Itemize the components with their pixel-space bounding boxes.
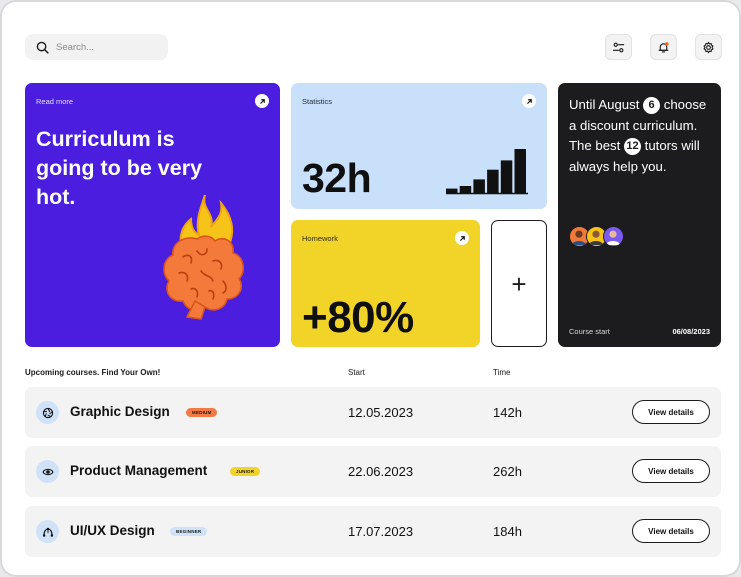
course-start: 12.05.2023 [348,405,414,420]
arrow-up-right-icon [526,98,532,104]
course-icon [36,401,59,424]
statistics-label: Statistics [302,97,333,106]
course-time: 142h [493,405,522,420]
stat-bar [473,179,485,193]
read-more-link[interactable]: Read more [36,97,73,106]
arrow-up-right-icon [459,235,465,241]
plus-icon: + [511,268,527,299]
tutor-avatars [569,226,624,247]
course-icon [36,520,59,543]
statistics-value: 32h [302,155,372,201]
level-badge: MEDIUM [186,408,218,417]
course-name: Product Management [70,463,208,478]
table-row[interactable]: Graphic Design MEDIUM 12.05.2023 142h Vi… [25,387,721,438]
view-details-button[interactable]: View details [632,519,710,543]
curriculum-card[interactable]: Read more Curriculum is going to be very… [25,83,280,347]
search-bar[interactable] [25,34,168,60]
open-curriculum-button[interactable] [255,94,269,108]
brain-fire-illustration [163,194,245,320]
promo-card[interactable]: Until August 6 choose a discount curricu… [558,83,721,347]
homework-value: +80% [302,293,414,342]
time-column-header: Time [493,368,511,377]
stat-bar [446,188,458,193]
search-icon [36,41,49,54]
promo-number-badge: 12 [624,138,641,155]
eye-icon [41,468,54,475]
course-icon [36,460,59,483]
course-start: 22.06.2023 [348,464,414,479]
aperture-icon [42,407,53,418]
open-homework-button[interactable] [455,231,469,245]
dashboard-window: Read more Curriculum is going to be very… [0,0,741,577]
course-name: Graphic Design [70,404,170,419]
level-badge: JUNIOR [230,467,261,476]
stat-bar [459,186,472,193]
view-details-button[interactable]: View details [632,459,710,483]
table-row[interactable]: Product Management JUNIOR 22.06.2023 262… [25,446,721,497]
open-statistics-button[interactable] [522,94,536,108]
add-card-button[interactable]: + [491,220,547,347]
course-time: 262h [493,464,522,479]
gear-icon [703,41,714,53]
statistics-bar-chart [446,149,528,195]
start-column-header: Start [348,368,365,377]
course-name: UI/UX Design [70,523,155,538]
stat-bar [487,169,499,193]
table-row[interactable]: UI/UX Design BEGINNER 17.07.2023 184h Vi… [25,506,721,557]
course-start-date: 06/08/2023 [672,327,710,336]
homework-label: Homework [302,234,338,243]
statistics-card[interactable]: Statistics 32h [291,83,547,209]
course-time: 184h [493,524,522,539]
course-start: 17.07.2023 [348,524,414,539]
promo-number-badge: 6 [643,97,661,114]
notifications-button[interactable] [650,34,677,60]
design-tool-icon [42,527,53,537]
promo-text: Until August 6 choose a discount curricu… [569,95,717,177]
promo-text-part-1: Until August [569,97,640,112]
avatar [603,226,624,247]
filter-icon [612,42,625,52]
arrow-up-right-icon [259,98,265,104]
filter-button[interactable] [605,34,632,60]
level-badge: BEGINNER [170,527,208,536]
course-start-label: Course start [569,327,610,336]
view-details-button[interactable]: View details [632,400,710,424]
stat-bar [514,149,526,193]
notification-bell-icon [658,41,669,53]
courses-table-title: Upcoming courses. Find Your Own! [25,368,161,377]
stat-bar [500,160,513,193]
homework-card[interactable]: Homework +80% [291,220,480,347]
settings-button[interactable] [695,34,722,60]
search-input[interactable] [56,41,156,53]
